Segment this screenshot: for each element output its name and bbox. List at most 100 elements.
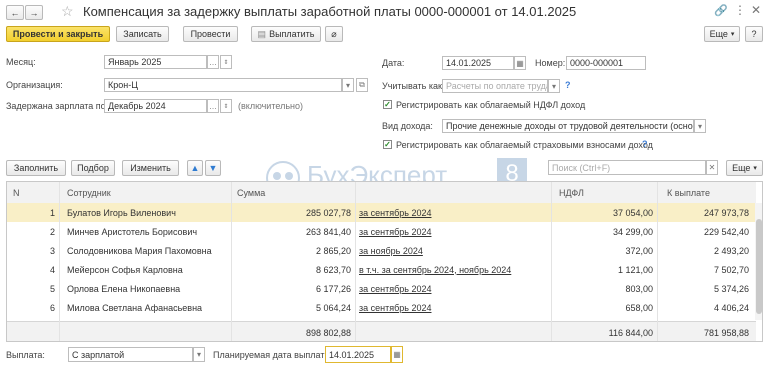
organization-open-button[interactable]: ⧉: [356, 78, 368, 92]
col-period[interactable]: [355, 182, 551, 203]
calendar-button[interactable]: ▦: [514, 56, 526, 70]
table-more-label: Еще: [732, 163, 751, 173]
col-employee[interactable]: Сотрудник: [59, 182, 231, 203]
move-up-button[interactable]: ▲: [187, 160, 203, 176]
more-label: Еще: [709, 29, 728, 39]
pay-button[interactable]: ▤ Выплатить: [251, 26, 321, 42]
ndfl-check-label: Регистрировать как облагаемый НДФЛ доход: [396, 100, 586, 110]
delayed-label: Задержана зарплата по:: [6, 101, 109, 111]
table-row[interactable]: 2 Минчев Аристотель Борисович 263 841,40 за…: [7, 222, 756, 241]
table-row[interactable]: 1 Булатов Игорь Виленович 285 027,78 за сен…: [7, 203, 756, 222]
row-number: 5: [49, 283, 55, 294]
insurance-help-icon[interactable]: ?: [642, 139, 648, 149]
row-period-link[interactable]: за сентябрь 2024: [355, 279, 551, 298]
row-sum: 2 865,20: [315, 245, 351, 256]
table-row[interactable]: 4 Мейерсон Софья Карловна 8 623,70 в т.ч. з…: [7, 260, 756, 279]
row-period-link[interactable]: в т.ч. за сентябрь 2024, ноябрь 2024: [355, 260, 551, 279]
edit-button[interactable]: Изменить: [122, 160, 179, 176]
row-period-link[interactable]: за ноябрь 2024: [355, 241, 551, 260]
table-scrollbar[interactable]: [755, 203, 762, 320]
table-row[interactable]: 5 Орлова Елена Никопаевна 6 177,26 за сентя…: [7, 279, 756, 298]
row-pay: 247 973,78: [703, 207, 749, 218]
row-pay: 4 406,24: [713, 302, 749, 313]
table-more-button[interactable]: Еще ▾: [726, 160, 763, 176]
date-label: Дата:: [382, 58, 405, 68]
organization-dropdown[interactable]: ▾: [342, 78, 354, 92]
planned-date-field[interactable]: 14.01.2025: [325, 346, 391, 363]
link-icon[interactable]: 🔗: [714, 4, 728, 17]
col-n[interactable]: N: [7, 182, 59, 203]
row-ndfl: 34 299,00: [612, 226, 653, 237]
planned-calendar-button[interactable]: ▦: [391, 346, 403, 363]
move-down-button[interactable]: ▼: [205, 160, 221, 176]
row-number: 4: [49, 264, 55, 275]
scrollbar-thumb[interactable]: [756, 219, 762, 314]
income-dropdown[interactable]: ▾: [694, 119, 706, 133]
table-row[interactable]: 3 Солодовникова Мария Пахомовна 2 865,20 за…: [7, 241, 756, 260]
help-button[interactable]: ?: [745, 26, 763, 42]
post-button[interactable]: Провести: [183, 26, 238, 42]
delayed-field[interactable]: Декабрь 2024: [104, 99, 207, 113]
table-header: N Сотрудник Сумма НДФЛ К выплате: [7, 182, 756, 204]
document-icon: ▤: [257, 28, 267, 39]
row-employee: Орлова Елена Никопаевна: [67, 283, 181, 294]
row-pay: 7 502,70: [713, 264, 749, 275]
total-pay: 781 958,88: [703, 327, 749, 338]
row-pay: 2 493,20: [713, 245, 749, 256]
calendar-icon: ▦: [393, 350, 401, 359]
organization-field[interactable]: Крон-Ц: [104, 78, 342, 92]
col-ndfl[interactable]: НДФЛ: [551, 182, 657, 203]
close-icon[interactable]: ✕: [751, 3, 761, 17]
total-sum: 898 802,88: [305, 327, 351, 338]
ndfl-checkbox[interactable]: ✓: [383, 100, 392, 109]
calendar-icon: ▦: [516, 58, 524, 68]
date-field[interactable]: 14.01.2025: [442, 56, 514, 70]
income-label: Вид дохода:: [382, 121, 433, 131]
row-employee: Булатов Игорь Виленович: [67, 207, 176, 218]
row-period-link[interactable]: за сентябрь 2024: [355, 222, 551, 241]
month-field[interactable]: Январь 2025: [104, 55, 207, 69]
payment-field[interactable]: С зарплатой: [68, 347, 193, 362]
month-select-button[interactable]: …: [207, 55, 219, 69]
month-label: Месяц:: [6, 57, 36, 67]
row-period-link[interactable]: за сентябрь 2024: [355, 203, 551, 222]
insurance-checkbox[interactable]: ✓: [383, 140, 392, 149]
row-period-link[interactable]: за сентябрь 2024: [355, 298, 551, 317]
income-field[interactable]: Прочие денежные доходы от трудовой деяте…: [442, 119, 694, 133]
back-button[interactable]: ←: [6, 5, 24, 20]
row-employee: Солодовникова Мария Пахомовна: [67, 245, 212, 256]
row-number: 2: [49, 226, 55, 237]
chevron-down-icon: ▾: [730, 31, 735, 38]
search-clear-button[interactable]: ✕: [706, 160, 718, 175]
col-pay[interactable]: К выплате: [657, 182, 757, 203]
favorite-star-icon[interactable]: ☆: [61, 3, 74, 20]
row-employee: Минчев Аристотель Борисович: [67, 226, 198, 237]
search-input[interactable]: Поиск (Ctrl+F): [548, 160, 706, 175]
consider-field[interactable]: Расчеты по оплате труда: [442, 79, 548, 93]
delayed-stepper[interactable]: ⇕: [220, 99, 232, 113]
menu-dots-icon[interactable]: ⋮: [734, 3, 746, 17]
delayed-select-button[interactable]: …: [207, 99, 219, 113]
forward-button[interactable]: →: [25, 5, 43, 20]
post-and-close-button[interactable]: Провести и закрыть: [6, 26, 110, 42]
month-stepper[interactable]: ⇕: [220, 55, 232, 69]
row-ndfl: 658,00: [625, 302, 653, 313]
paperclip-icon: ⌀: [331, 28, 337, 39]
employees-table: N Сотрудник Сумма НДФЛ К выплате 1 Булато…: [6, 181, 763, 342]
col-sum[interactable]: Сумма: [231, 182, 355, 203]
chevron-down-icon: ▾: [753, 165, 757, 172]
window-title: Компенсация за задержку выплаты заработн…: [83, 4, 577, 19]
consider-dropdown[interactable]: ▾: [548, 79, 560, 93]
total-ndfl: 116 844,00: [608, 327, 653, 338]
more-button[interactable]: Еще ▾: [704, 26, 740, 42]
consider-help-icon[interactable]: ?: [565, 80, 571, 90]
fill-button[interactable]: Заполнить: [6, 160, 66, 176]
attach-button[interactable]: ⌀: [325, 26, 343, 42]
number-field[interactable]: 0000-000001: [566, 56, 646, 70]
row-pay: 229 542,40: [703, 226, 749, 237]
row-ndfl: 803,00: [625, 283, 653, 294]
save-button[interactable]: Записать: [116, 26, 169, 42]
payment-dropdown[interactable]: ▾: [193, 347, 205, 362]
table-row[interactable]: 6 Милова Светлана Афанасьевна 5 064,24 за с…: [7, 298, 756, 317]
select-button[interactable]: Подбор: [71, 160, 115, 176]
